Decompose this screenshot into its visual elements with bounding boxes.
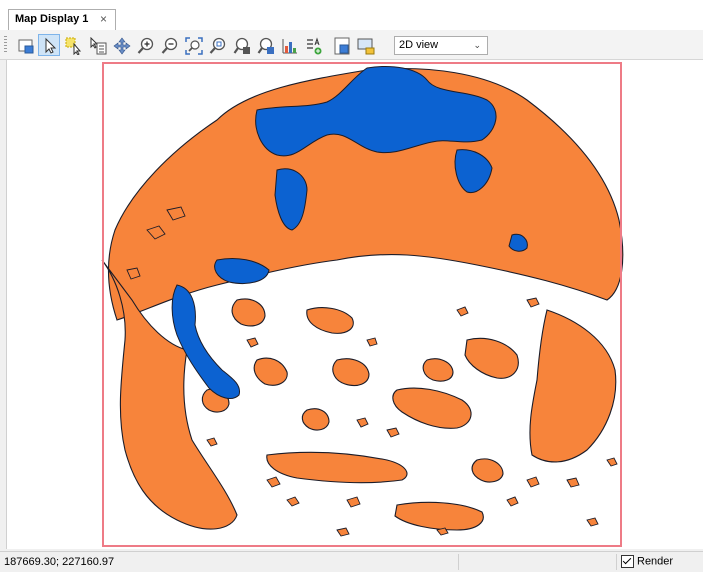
tab-bar: Map Display 1 ×: [0, 0, 703, 30]
status-divider: [616, 554, 617, 570]
select-info-button[interactable]: [86, 34, 108, 56]
zoom-extent-button[interactable]: [182, 34, 204, 56]
render-checkbox[interactable]: [621, 555, 634, 568]
screenshot-button[interactable]: [354, 34, 376, 56]
map-canvas[interactable]: [6, 60, 703, 549]
tab-map-display-1[interactable]: Map Display 1 ×: [8, 9, 116, 30]
zoom-in-icon: [137, 37, 154, 54]
zoom-selection-button[interactable]: [230, 34, 252, 56]
map-extent-frame: [102, 62, 622, 547]
close-icon[interactable]: ×: [100, 10, 107, 29]
overview-button[interactable]: [330, 34, 352, 56]
select-arrow-icon: [45, 37, 57, 54]
view-mode-select[interactable]: 2D view ⌄: [394, 36, 488, 55]
view-mode-value: 2D view: [399, 39, 439, 51]
status-bar: 187669.30; 227160.97 Render: [0, 551, 703, 572]
render-label: Render: [637, 555, 674, 568]
zoom-out-icon: [161, 37, 178, 54]
select-rectangle-icon: [65, 37, 82, 55]
zoom-out-button[interactable]: [158, 34, 180, 56]
tab-label: Map Display 1: [15, 13, 89, 25]
pan-button[interactable]: [110, 34, 132, 56]
legend-icon: [307, 37, 322, 55]
add-map-button[interactable]: [14, 34, 36, 56]
zoom-selection-icon: [233, 37, 250, 54]
display-chart-button[interactable]: [278, 34, 300, 56]
select-info-icon: [90, 37, 107, 55]
zoom-region-button[interactable]: [254, 34, 276, 56]
map-toolbar: 2D view ⌄: [0, 30, 703, 60]
render-toggle[interactable]: Render: [621, 555, 673, 568]
zoom-in-button[interactable]: [134, 34, 156, 56]
zoom-region-icon: [257, 37, 274, 54]
pan-icon: [113, 37, 131, 55]
overview-icon: [334, 37, 350, 55]
legend-button[interactable]: [302, 34, 324, 56]
select-rectangle-button[interactable]: [62, 34, 84, 56]
chevron-down-icon: ⌄: [473, 40, 481, 50]
coordinates-readout: 187669.30; 227160.97: [4, 556, 115, 568]
select-arrow-button[interactable]: [38, 34, 60, 56]
zoom-extent-icon: [185, 37, 203, 55]
status-divider: [458, 554, 459, 570]
zoom-layer-icon: [209, 37, 226, 54]
zoom-layer-button[interactable]: [206, 34, 228, 56]
toolbar-grip[interactable]: [4, 36, 7, 54]
screenshot-icon: [357, 38, 375, 55]
display-chart-icon: [282, 39, 297, 54]
add-map-icon: [18, 39, 34, 54]
